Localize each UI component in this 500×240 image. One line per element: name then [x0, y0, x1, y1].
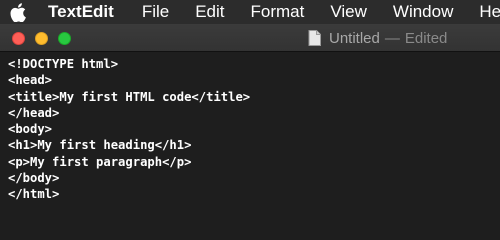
textedit-window: Untitled — Edited <!DOCTYPE html> <head>…	[0, 24, 500, 236]
code-line[interactable]: <h1>My first heading</h1>	[8, 137, 500, 153]
menu-edit[interactable]: Edit	[195, 0, 224, 24]
title-separator: —	[384, 29, 400, 47]
window-title: Untitled — Edited	[308, 24, 447, 52]
menu-file[interactable]: File	[142, 0, 169, 24]
menu-format[interactable]: Format	[251, 0, 305, 24]
code-line[interactable]: </body>	[8, 170, 500, 186]
document-name: Untitled	[329, 29, 380, 47]
code-line[interactable]: </head>	[8, 105, 500, 121]
document-status: Edited	[404, 29, 448, 47]
code-line[interactable]: <head>	[8, 72, 500, 88]
document-icon[interactable]	[308, 30, 321, 46]
apple-logo-icon[interactable]	[10, 2, 26, 22]
close-button[interactable]	[12, 32, 25, 45]
code-line[interactable]: <body>	[8, 121, 500, 137]
text-editor-area[interactable]: <!DOCTYPE html> <head> <title>My first H…	[0, 53, 500, 236]
menu-app-textedit[interactable]: TextEdit	[48, 0, 114, 24]
code-line[interactable]: <title>My first HTML code</title>	[8, 89, 500, 105]
code-line[interactable]: </html>	[8, 186, 500, 202]
menu-window[interactable]: Window	[393, 0, 453, 24]
minimize-button[interactable]	[35, 32, 48, 45]
code-line[interactable]: <!DOCTYPE html>	[8, 56, 500, 72]
zoom-button[interactable]	[58, 32, 71, 45]
menu-help[interactable]: Help	[479, 0, 500, 24]
code-line[interactable]: <p>My first paragraph</p>	[8, 154, 500, 170]
window-titlebar[interactable]: Untitled — Edited	[0, 24, 500, 52]
menu-view[interactable]: View	[330, 0, 367, 24]
menu-bar: TextEdit File Edit Format View Window He…	[0, 0, 500, 24]
